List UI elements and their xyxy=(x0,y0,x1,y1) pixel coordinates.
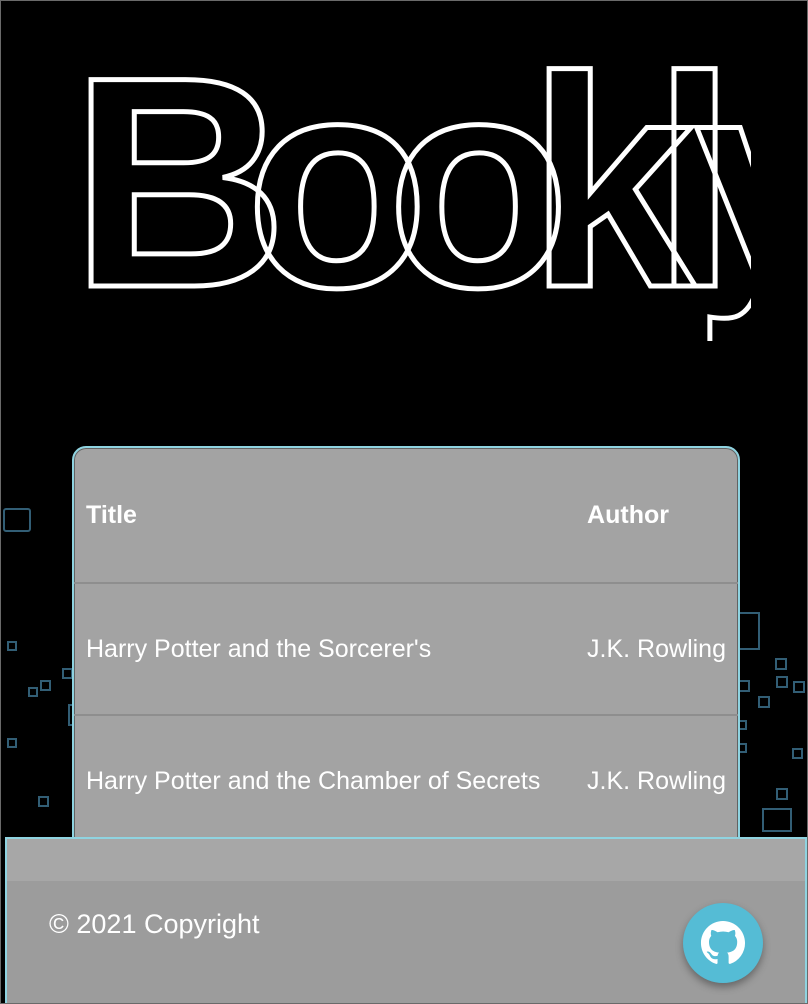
book-title-cell: Harry Potter and the Sorcerer's xyxy=(74,583,576,716)
column-header-title[interactable]: Title xyxy=(74,448,576,584)
footer-top-strip xyxy=(7,839,805,881)
table-row[interactable]: Harry Potter and the Sorcerer's J.K. Row… xyxy=(74,583,738,716)
book-title-cell: Harry Potter and the Chamber of Secrets xyxy=(74,715,576,848)
app-window: Bookly Title Author Harry Potter and the… xyxy=(0,0,808,1004)
book-author-cell: J.K. Rowling xyxy=(575,583,738,716)
book-author-cell: J.K. Rowling xyxy=(575,715,738,848)
column-header-author[interactable]: Author xyxy=(575,448,738,584)
books-table-card: Title Author Harry Potter and the Sorcer… xyxy=(72,446,740,870)
github-icon xyxy=(700,920,746,964)
logo-text: Bookly xyxy=(71,41,751,341)
table-header-row: Title Author xyxy=(74,448,738,584)
github-button[interactable] xyxy=(683,903,763,983)
copyright-text: © 2021 Copyright xyxy=(49,909,260,939)
bookly-logo: Bookly xyxy=(71,41,751,341)
books-table: Title Author Harry Potter and the Sorcer… xyxy=(74,448,738,848)
footer: © 2021 Copyright xyxy=(5,837,807,1003)
table-row[interactable]: Harry Potter and the Chamber of Secrets … xyxy=(74,715,738,848)
